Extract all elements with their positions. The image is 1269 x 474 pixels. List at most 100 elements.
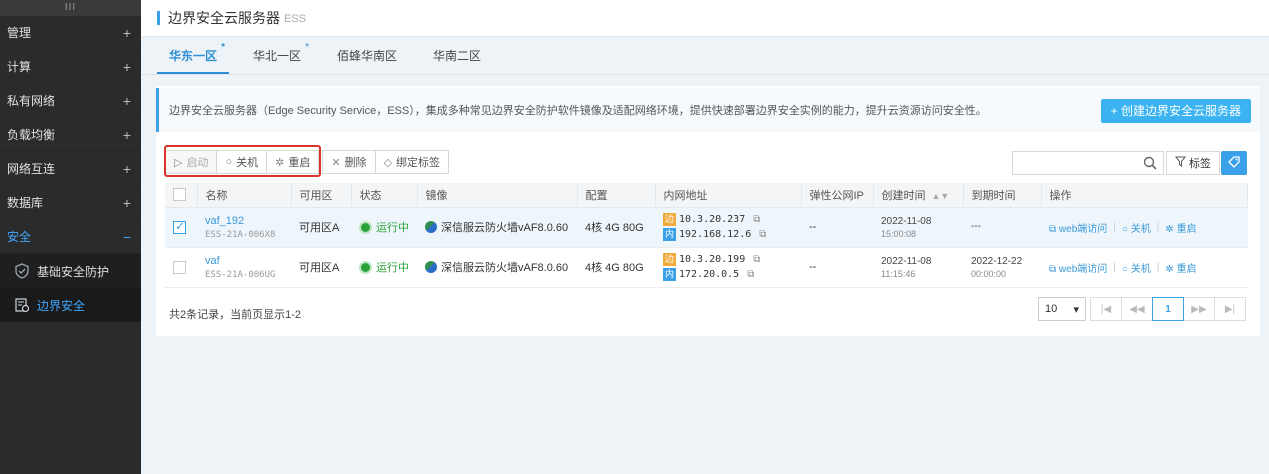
page-number-button[interactable]: 1 (1152, 297, 1184, 321)
web-access-link[interactable]: ⧉ web端访问 (1049, 260, 1107, 275)
created-date: 2022-11-08 (881, 215, 932, 227)
copy-icon[interactable]: ⧉ (747, 267, 754, 282)
copy-icon[interactable]: ⧉ (753, 212, 760, 227)
web-access-link[interactable]: ⧉ web端访问 (1049, 220, 1107, 235)
last-page-button[interactable]: ▶| (1214, 297, 1246, 321)
search-input[interactable] (1012, 151, 1164, 175)
sidebar-subitem-border-security[interactable]: 边界安全 (0, 288, 141, 322)
zone-cell: 可用区A (291, 247, 351, 288)
sidebar-item-compute[interactable]: 计算 + (0, 50, 141, 84)
image-cell: 深信服云防火墙vAF8.0.60 (425, 259, 577, 275)
instance-id: ESS-21A-006X8 (205, 229, 276, 240)
eip-cell: -- (801, 207, 873, 248)
col-name: 名称 (197, 183, 292, 208)
prev-page-button[interactable]: ◀◀ (1121, 297, 1153, 321)
table-header-row: 名称 可用区 状态 镜像 配置 内网地址 弹性公网IP 创建时间 ▲▼ 到期时间 … (165, 183, 1248, 208)
pagination: 10 ▾ |◀ ◀◀ 1 ▶▶ ▶| (1038, 297, 1246, 321)
sidebar-item-database[interactable]: 数据库 + (0, 186, 141, 220)
bind-tag-button[interactable]: ◇ 绑定标签 (374, 150, 450, 174)
instance-id: ESS-21A-006UG (205, 269, 276, 280)
tag-icon: ◇ (383, 156, 393, 169)
sidebar-subitem-basic-protection[interactable]: 基础安全防护 (0, 254, 141, 288)
row-restart-link[interactable]: ✲ 重启 (1165, 260, 1196, 275)
row-restart-link[interactable]: ✲ 重启 (1165, 220, 1196, 235)
page-size-select[interactable]: 10 ▾ (1038, 297, 1086, 321)
row-checkbox[interactable] (173, 260, 186, 274)
shutdown-button[interactable]: ○ 关机 (216, 150, 268, 174)
new-marker: * (221, 42, 226, 53)
page-header: 边界安全云服务器 ESS (141, 0, 1269, 37)
col-private-ip: 内网地址 (655, 183, 802, 208)
row-actions: ⧉ web端访问 | ○ 关机 | ✲ 重启 (1049, 220, 1197, 235)
status-badge: 运行中 (359, 219, 417, 235)
sidebar-item-security[interactable]: 安全 − (0, 220, 141, 254)
tab-east-china-1[interactable]: 华东一区 * (157, 37, 230, 74)
row-actions: ⧉ web端访问 | ○ 关机 | ✲ 重启 (1049, 260, 1197, 275)
col-status: 状态 (351, 183, 418, 208)
expand-icon: + (122, 160, 131, 177)
col-image: 镜像 (417, 183, 578, 208)
tab-south-china-hf[interactable]: 佰蜂华南区 (325, 37, 409, 74)
status-badge: 运行中 (359, 259, 417, 275)
col-expire: 到期时间 (963, 183, 1042, 208)
image-logo-icon (425, 221, 437, 233)
sidebar-item-load-balancing[interactable]: 负载均衡 + (0, 118, 141, 152)
row-checkbox[interactable] (173, 219, 186, 234)
running-dot-icon (359, 260, 372, 274)
tab-north-china-1[interactable]: 华北一区 * (241, 37, 313, 74)
power-icon: ○ (225, 156, 233, 168)
tag-view-button[interactable] (1221, 151, 1247, 175)
table-row: vaf_192 ESS-21A-006X8 可用区A 运行中 深信服云防火墙vA… (165, 207, 1248, 248)
instance-name-link[interactable]: vaf (205, 255, 291, 267)
zone-cell: 可用区A (291, 207, 351, 248)
page-subtitle: ESS (284, 13, 307, 25)
sidebar-item-interconnect[interactable]: 网络互连 + (0, 152, 141, 186)
play-icon: ▷ (174, 156, 183, 169)
select-all-checkbox[interactable] (173, 188, 186, 202)
col-created[interactable]: 创建时间 ▲▼ (873, 183, 964, 208)
inner-ip-tag: 内 (663, 268, 676, 281)
created-time: 15:00:08 (881, 228, 917, 239)
last-page-icon: ▶| (1224, 303, 1236, 315)
restart-icon: ✲ (275, 156, 285, 169)
search-icon[interactable] (1143, 156, 1157, 173)
start-button[interactable]: ▷ 启动 (165, 150, 218, 174)
tag-icon (1228, 155, 1240, 171)
expand-icon: + (122, 126, 131, 143)
sidebar-item-management[interactable]: 管理 + (0, 16, 141, 50)
page-title: 边界安全云服务器 (168, 10, 280, 26)
delete-button[interactable]: ✕ 删除 (322, 150, 376, 174)
action-toolbar: ▷ 启动 ○ 关机 ✲ 重启 ✕ 删除 ◇ 绑定标签 (165, 150, 450, 176)
expire-date: --- (971, 220, 981, 232)
edge-ip: 边 10.3.20.237 ⧉ (663, 212, 761, 227)
config-cell: 4核 4G 80G (577, 247, 655, 288)
created-time: 11:15:46 (881, 268, 916, 279)
instance-table: 名称 可用区 状态 镜像 配置 内网地址 弹性公网IP 创建时间 ▲▼ 到期时间 … (165, 183, 1248, 288)
edge-ip-tag: 边 (663, 213, 676, 226)
config-cell: 4核 4G 80G (577, 207, 655, 248)
expand-icon: + (122, 58, 131, 75)
row-shutdown-link[interactable]: ○ 关机 (1122, 220, 1151, 235)
sidebar-item-vpc[interactable]: 私有网络 + (0, 84, 141, 118)
instance-name-link[interactable]: vaf_192 (205, 215, 291, 227)
image-cell: 深信服云防火墙vAF8.0.60 (425, 219, 577, 235)
next-page-button[interactable]: ▶▶ (1183, 297, 1215, 321)
row-shutdown-link[interactable]: ○ 关机 (1122, 260, 1151, 275)
sidebar: III 管理 + 计算 + 私有网络 + 负载均衡 + 网络互连 + 数据库 + 安全 − 基… (0, 0, 141, 474)
created-date: 2022-11-08 (881, 255, 932, 267)
sort-icon[interactable]: ▲▼ (932, 191, 950, 201)
first-page-button[interactable]: |◀ (1090, 297, 1122, 321)
tab-south-china-2[interactable]: 华南二区 (421, 37, 493, 74)
close-icon: ✕ (331, 156, 341, 169)
table-row: vaf ESS-21A-006UG 可用区A 运行中 深信服云防火墙vAF8.0… (165, 247, 1248, 288)
tag-filter-button[interactable]: 标签 (1166, 151, 1220, 175)
expand-icon: + (122, 92, 131, 109)
edge-ip: 边 10.3.20.199 ⧉ (663, 252, 761, 267)
copy-icon[interactable]: ⧉ (759, 227, 766, 242)
new-marker: * (305, 42, 310, 53)
create-ess-button[interactable]: + 创建边界安全云服务器 (1100, 99, 1251, 123)
expire-date: 2022-12-22 (971, 255, 1023, 267)
restart-button[interactable]: ✲ 重启 (266, 150, 320, 174)
sidebar-collapse-handle[interactable]: III (0, 0, 141, 16)
copy-icon[interactable]: ⧉ (753, 252, 760, 267)
